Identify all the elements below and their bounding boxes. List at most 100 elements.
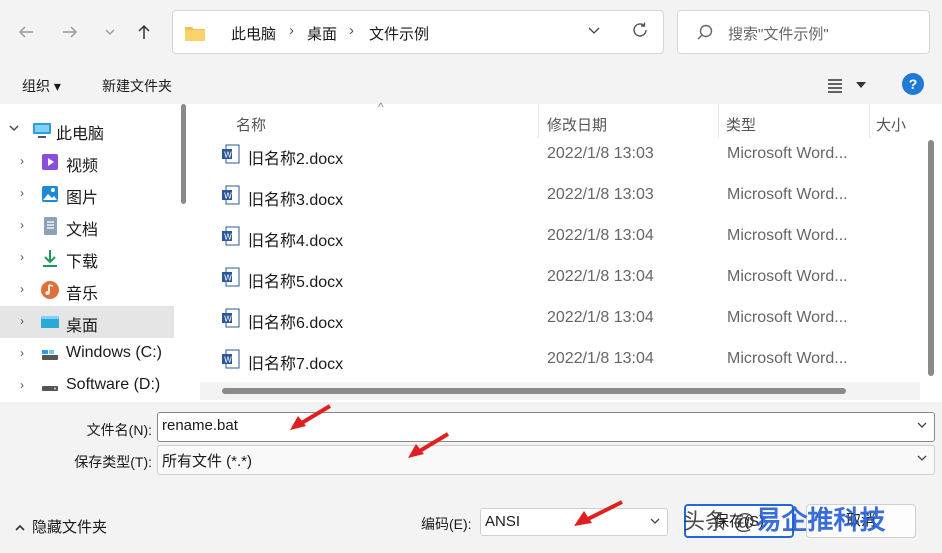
- recent-locations-button[interactable]: [96, 18, 124, 46]
- chevron-right-icon[interactable]: ›: [20, 378, 24, 392]
- column-divider[interactable]: [869, 104, 870, 138]
- file-date: 2022/1/8 13:04: [547, 309, 654, 326]
- search-icon: [697, 24, 713, 40]
- watermark-text: 易企推科技: [755, 505, 886, 535]
- breadcrumb-this-pc[interactable]: 此电脑: [231, 23, 276, 44]
- sidebar-item-downloads[interactable]: › 下载: [0, 242, 174, 274]
- svg-text:W: W: [224, 233, 232, 242]
- view-dropdown-icon[interactable]: [856, 82, 866, 90]
- file-type: Microsoft Word...: [727, 350, 848, 367]
- sidebar-item-music[interactable]: › 音乐: [0, 274, 174, 306]
- download-icon: [43, 250, 57, 267]
- file-date: 2022/1/8 13:03: [547, 186, 654, 203]
- sidebar-item-this-pc[interactable]: 此电脑: [0, 114, 174, 146]
- chevron-right-icon[interactable]: ›: [20, 218, 24, 232]
- column-header-name[interactable]: 名称: [236, 114, 266, 135]
- sidebar-item-label: 音乐: [66, 286, 99, 303]
- word-document-icon: W: [222, 185, 240, 205]
- sidebar-item-label: 文档: [66, 222, 99, 239]
- search-input[interactable]: 搜索"文件示例": [677, 10, 930, 54]
- file-date: 2022/1/8 13:04: [547, 227, 654, 244]
- chevron-right-icon[interactable]: ›: [20, 186, 24, 200]
- filetype-select[interactable]: 所有文件 (*.*): [157, 445, 935, 475]
- file-row[interactable]: W 旧名称2.docx 2022/1/8 13:03 Microsoft Wor…: [192, 134, 912, 175]
- video-icon: [42, 154, 58, 170]
- file-name: 旧名称5.docx: [248, 274, 344, 291]
- breadcrumb-desktop[interactable]: 桌面: [307, 23, 337, 44]
- chevron-right-icon[interactable]: ›: [20, 154, 24, 168]
- save-form: 文件名(N): rename.bat 保存类型(T): 所有文件 (*.*): [0, 402, 942, 484]
- document-icon: [44, 217, 57, 235]
- filetype-value: 所有文件 (*.*): [162, 453, 253, 470]
- sort-ascending-icon: ^: [378, 100, 384, 114]
- hide-folders-toggle[interactable]: 隐藏文件夹: [14, 516, 107, 537]
- svg-text:W: W: [224, 151, 232, 160]
- sidebar-item-documents[interactable]: › 文档: [0, 210, 174, 242]
- new-folder-button[interactable]: 新建文件夹: [102, 76, 172, 96]
- file-name: 旧名称4.docx: [248, 233, 344, 250]
- up-button[interactable]: [130, 18, 158, 46]
- chevron-right-icon[interactable]: ›: [20, 314, 24, 328]
- file-list-vertical-scrollbar[interactable]: [928, 140, 934, 376]
- music-icon: [41, 281, 59, 299]
- column-divider[interactable]: [538, 104, 539, 138]
- file-list: ^ 名称 修改日期 类型 大小 W 旧名称2.docx 2022/1/8 13:…: [192, 100, 942, 402]
- breadcrumb-separator-icon: ›: [289, 22, 294, 39]
- file-row[interactable]: W 旧名称3.docx 2022/1/8 13:03 Microsoft Wor…: [192, 175, 912, 216]
- address-history-chevron-icon[interactable]: [587, 23, 601, 40]
- sidebar-item-desktop[interactable]: › 桌面: [0, 306, 174, 338]
- sidebar-item-drive-d[interactable]: › Software (D:): [0, 370, 174, 402]
- encoding-value: ANSI: [485, 513, 521, 530]
- sidebar-item-label: Windows (C:): [66, 344, 163, 361]
- address-bar[interactable]: 此电脑 › 桌面 › 文件示例: [172, 10, 664, 54]
- annotation-arrow-icon: [408, 432, 450, 458]
- file-name: 旧名称3.docx: [248, 192, 344, 209]
- folder-icon: [185, 27, 205, 41]
- column-divider[interactable]: [718, 104, 719, 138]
- word-document-icon: W: [222, 349, 240, 369]
- forward-arrow-icon: [63, 26, 78, 38]
- refresh-icon[interactable]: [631, 21, 649, 44]
- column-header-date[interactable]: 修改日期: [547, 114, 607, 135]
- file-row[interactable]: W 旧名称4.docx 2022/1/8 13:04 Microsoft Wor…: [192, 216, 912, 257]
- address-row: 此电脑 › 桌面 › 文件示例 搜索"文件示例": [0, 0, 942, 66]
- filename-input[interactable]: rename.bat: [157, 412, 935, 442]
- view-options-icon[interactable]: [826, 76, 844, 94]
- word-document-icon: W: [222, 226, 240, 246]
- forward-button[interactable]: [56, 18, 84, 46]
- chevron-right-icon[interactable]: ›: [20, 346, 24, 360]
- column-header-size[interactable]: 大小: [876, 114, 906, 135]
- chevron-right-icon[interactable]: ›: [20, 282, 24, 296]
- breadcrumb-separator-icon: ›: [349, 22, 354, 39]
- breadcrumb-current-folder[interactable]: 文件示例: [369, 23, 429, 44]
- svg-text:W: W: [224, 192, 232, 201]
- chevron-right-icon[interactable]: ›: [20, 250, 24, 264]
- file-row[interactable]: W 旧名称5.docx 2022/1/8 13:04 Microsoft Wor…: [192, 257, 912, 298]
- file-name: 旧名称6.docx: [248, 315, 344, 332]
- pictures-icon: [42, 186, 58, 202]
- organize-menu[interactable]: 组织 ▾: [22, 76, 61, 96]
- file-type: Microsoft Word...: [727, 268, 848, 285]
- file-name: 旧名称2.docx: [248, 151, 344, 168]
- word-document-icon: W: [222, 308, 240, 328]
- column-header-type[interactable]: 类型: [726, 114, 756, 135]
- sidebar-scrollbar[interactable]: [181, 104, 186, 204]
- chevron-down-icon[interactable]: [916, 452, 928, 467]
- file-row[interactable]: W 旧名称6.docx 2022/1/8 13:04 Microsoft Wor…: [192, 298, 912, 339]
- sidebar-item-drive-c[interactable]: › Windows (C:): [0, 338, 174, 370]
- back-button[interactable]: [12, 18, 40, 46]
- chevron-down-icon[interactable]: [916, 419, 928, 434]
- filename-value: rename.bat: [162, 417, 238, 434]
- help-icon[interactable]: ?: [902, 73, 924, 95]
- chevron-down-icon[interactable]: [649, 515, 661, 530]
- file-type: Microsoft Word...: [727, 309, 848, 326]
- sidebar-item-videos[interactable]: › 视频: [0, 146, 174, 178]
- chevron-down-icon[interactable]: [8, 122, 20, 137]
- file-row[interactable]: W 旧名称7.docx 2022/1/8 13:04 Microsoft Wor…: [192, 339, 912, 380]
- chevron-up-icon: [15, 524, 25, 531]
- file-type: Microsoft Word...: [727, 186, 848, 203]
- word-document-icon: W: [222, 144, 240, 164]
- sidebar-item-pictures[interactable]: › 图片: [0, 178, 174, 210]
- file-list-horizontal-scrollbar[interactable]: [222, 388, 846, 394]
- sidebar-item-label: 下载: [66, 254, 99, 271]
